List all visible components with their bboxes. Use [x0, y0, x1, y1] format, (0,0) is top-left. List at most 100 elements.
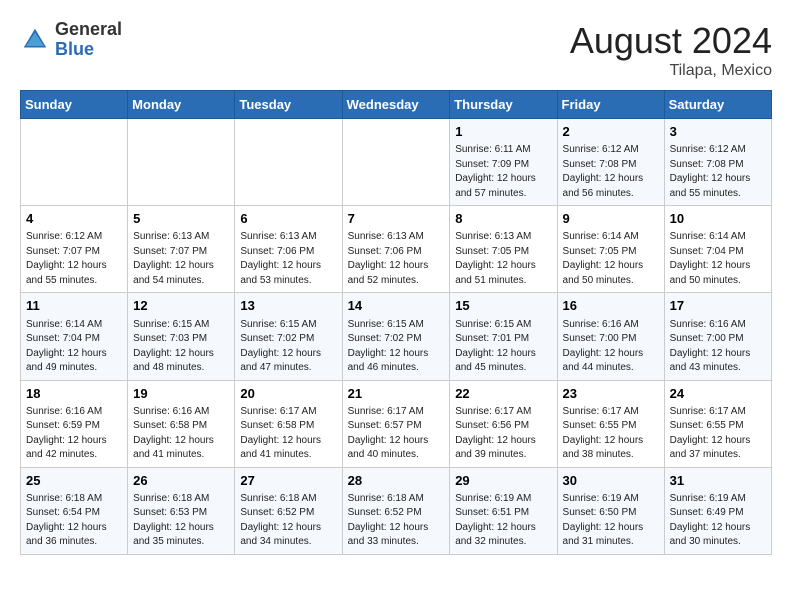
cell-content: Sunrise: 6:16 AM Sunset: 7:00 PM Dayligh…	[563, 318, 659, 376]
cell-content: Sunrise: 6:12 AM Sunset: 7:08 PM Dayligh…	[670, 143, 766, 201]
calendar-cell: 10Sunrise: 6:14 AM Sunset: 7:04 PM Dayli…	[664, 206, 771, 293]
title-block: August 2024 Tilapa, Mexico	[570, 20, 772, 80]
month-title: August 2024	[570, 20, 772, 62]
calendar-cell	[235, 119, 342, 206]
day-number: 14	[348, 297, 445, 315]
calendar-cell: 23Sunrise: 6:17 AM Sunset: 6:55 PM Dayli…	[557, 380, 664, 467]
logo: General Blue	[20, 20, 122, 60]
logo-blue: Blue	[55, 40, 122, 60]
cell-content: Sunrise: 6:14 AM Sunset: 7:04 PM Dayligh…	[670, 230, 766, 288]
calendar-cell: 13 Sunrise: 6:15 AM Sunset: 7:02 PM Dayli…	[235, 293, 342, 380]
cell-content: Sunrise: 6:16 AM Sunset: 7:00 PM Dayligh…	[670, 318, 766, 376]
calendar-cell: 27Sunrise: 6:18 AM Sunset: 6:52 PM Dayli…	[235, 467, 342, 554]
calendar-cell: 4 Sunrise: 6:12 AM Sunset: 7:07 PM Daylig…	[21, 206, 128, 293]
cell-content: Sunrise: 6:12 AM Sunset: 7:07 PM Dayligh…	[26, 230, 122, 288]
calendar-table: SundayMondayTuesdayWednesdayThursdayFrid…	[20, 90, 772, 555]
cell-content: Sunrise: 6:19 AM Sunset: 6:51 PM Dayligh…	[455, 492, 551, 550]
day-number: 13	[240, 297, 336, 315]
calendar-cell: 11 Sunrise: 6:14 AM Sunset: 7:04 PM Dayli…	[21, 293, 128, 380]
calendar-cell: 20 Sunrise: 6:17 AM Sunset: 6:58 PM Dayli…	[235, 380, 342, 467]
calendar-cell	[21, 119, 128, 206]
cell-content: Sunrise: 6:17 AM Sunset: 6:55 PM Dayligh…	[670, 405, 766, 463]
calendar-week-5: 25 Sunrise: 6:18 AM Sunset: 6:54 PM Dayli…	[21, 467, 772, 554]
cell-content: Sunrise: 6:17 AM Sunset: 6:58 PM Dayligh…	[240, 405, 336, 463]
day-number: 11	[26, 297, 122, 315]
cell-content: Sunrise: 6:18 AM Sunset: 6:52 PM Dayligh…	[348, 492, 445, 550]
cell-content: Sunrise: 6:14 AM Sunset: 7:05 PM Dayligh…	[563, 230, 659, 288]
cell-content: Sunrise: 6:13 AM Sunset: 7:06 PM Dayligh…	[348, 230, 445, 288]
calendar-cell: 16 Sunrise: 6:16 AM Sunset: 7:00 PM Dayli…	[557, 293, 664, 380]
cell-content: Sunrise: 6:15 AM Sunset: 7:02 PM Dayligh…	[240, 318, 336, 376]
calendar-cell: 5Sunrise: 6:13 AM Sunset: 7:07 PM Daylig…	[128, 206, 235, 293]
calendar-cell: 25 Sunrise: 6:18 AM Sunset: 6:54 PM Dayli…	[21, 467, 128, 554]
header-tuesday: Tuesday	[235, 91, 342, 119]
header-friday: Friday	[557, 91, 664, 119]
cell-content: Sunrise: 6:19 AM Sunset: 6:50 PM Dayligh…	[563, 492, 659, 550]
cell-content: Sunrise: 6:13 AM Sunset: 7:07 PM Dayligh…	[133, 230, 229, 288]
cell-content: Sunrise: 6:18 AM Sunset: 6:53 PM Dayligh…	[133, 492, 229, 550]
logo-general: General	[55, 20, 122, 40]
calendar-cell: 26 Sunrise: 6:18 AM Sunset: 6:53 PM Dayli…	[128, 467, 235, 554]
calendar-cell: 2Sunrise: 6:12 AM Sunset: 7:08 PM Daylig…	[557, 119, 664, 206]
calendar-cell: 29 Sunrise: 6:19 AM Sunset: 6:51 PM Dayli…	[450, 467, 557, 554]
calendar-cell: 3 Sunrise: 6:12 AM Sunset: 7:08 PM Daylig…	[664, 119, 771, 206]
calendar-cell: 28Sunrise: 6:18 AM Sunset: 6:52 PM Dayli…	[342, 467, 450, 554]
header-thursday: Thursday	[450, 91, 557, 119]
calendar-cell: 9Sunrise: 6:14 AM Sunset: 7:05 PM Daylig…	[557, 206, 664, 293]
calendar-cell: 18 Sunrise: 6:16 AM Sunset: 6:59 PM Dayli…	[21, 380, 128, 467]
cell-content: Sunrise: 6:15 AM Sunset: 7:02 PM Dayligh…	[348, 318, 445, 376]
calendar-cell: 31Sunrise: 6:19 AM Sunset: 6:49 PM Dayli…	[664, 467, 771, 554]
day-number: 6	[240, 210, 336, 228]
calendar-cell: 8 Sunrise: 6:13 AM Sunset: 7:05 PM Daylig…	[450, 206, 557, 293]
day-number: 24	[670, 385, 766, 403]
day-number: 25	[26, 472, 122, 490]
day-number: 1	[455, 123, 551, 141]
day-number: 31	[670, 472, 766, 490]
calendar-week-1: 1Sunrise: 6:11 AM Sunset: 7:09 PM Daylig…	[21, 119, 772, 206]
day-number: 29	[455, 472, 551, 490]
calendar-cell: 19 Sunrise: 6:16 AM Sunset: 6:58 PM Dayli…	[128, 380, 235, 467]
calendar-week-4: 18 Sunrise: 6:16 AM Sunset: 6:59 PM Dayli…	[21, 380, 772, 467]
cell-content: Sunrise: 6:17 AM Sunset: 6:55 PM Dayligh…	[563, 405, 659, 463]
cell-content: Sunrise: 6:13 AM Sunset: 7:06 PM Dayligh…	[240, 230, 336, 288]
day-number: 19	[133, 385, 229, 403]
logo-icon	[20, 25, 50, 55]
calendar-cell: 7Sunrise: 6:13 AM Sunset: 7:06 PM Daylig…	[342, 206, 450, 293]
calendar-cell	[128, 119, 235, 206]
day-number: 20	[240, 385, 336, 403]
cell-content: Sunrise: 6:14 AM Sunset: 7:04 PM Dayligh…	[26, 318, 122, 376]
cell-content: Sunrise: 6:15 AM Sunset: 7:03 PM Dayligh…	[133, 318, 229, 376]
day-number: 16	[563, 297, 659, 315]
calendar-cell: 6 Sunrise: 6:13 AM Sunset: 7:06 PM Daylig…	[235, 206, 342, 293]
calendar-cell: 15 Sunrise: 6:15 AM Sunset: 7:01 PM Dayli…	[450, 293, 557, 380]
day-number: 2	[563, 123, 659, 141]
location: Tilapa, Mexico	[570, 62, 772, 80]
cell-content: Sunrise: 6:17 AM Sunset: 6:57 PM Dayligh…	[348, 405, 445, 463]
cell-content: Sunrise: 6:17 AM Sunset: 6:56 PM Dayligh…	[455, 405, 551, 463]
cell-content: Sunrise: 6:16 AM Sunset: 6:58 PM Dayligh…	[133, 405, 229, 463]
day-number: 17	[670, 297, 766, 315]
cell-content: Sunrise: 6:16 AM Sunset: 6:59 PM Dayligh…	[26, 405, 122, 463]
calendar-cell: 12 Sunrise: 6:15 AM Sunset: 7:03 PM Dayli…	[128, 293, 235, 380]
cell-content: Sunrise: 6:15 AM Sunset: 7:01 PM Dayligh…	[455, 318, 551, 376]
calendar-cell: 24 Sunrise: 6:17 AM Sunset: 6:55 PM Dayli…	[664, 380, 771, 467]
cell-content: Sunrise: 6:18 AM Sunset: 6:54 PM Dayligh…	[26, 492, 122, 550]
calendar-cell	[342, 119, 450, 206]
cell-content: Sunrise: 6:18 AM Sunset: 6:52 PM Dayligh…	[240, 492, 336, 550]
day-number: 4	[26, 210, 122, 228]
calendar-cell: 30Sunrise: 6:19 AM Sunset: 6:50 PM Dayli…	[557, 467, 664, 554]
cell-content: Sunrise: 6:13 AM Sunset: 7:05 PM Dayligh…	[455, 230, 551, 288]
calendar-cell: 14 Sunrise: 6:15 AM Sunset: 7:02 PM Dayli…	[342, 293, 450, 380]
calendar-cell: 17 Sunrise: 6:16 AM Sunset: 7:00 PM Dayli…	[664, 293, 771, 380]
day-number: 3	[670, 123, 766, 141]
calendar-week-3: 11 Sunrise: 6:14 AM Sunset: 7:04 PM Dayli…	[21, 293, 772, 380]
day-number: 12	[133, 297, 229, 315]
day-number: 26	[133, 472, 229, 490]
header-monday: Monday	[128, 91, 235, 119]
day-number: 18	[26, 385, 122, 403]
calendar-cell: 22Sunrise: 6:17 AM Sunset: 6:56 PM Dayli…	[450, 380, 557, 467]
day-number: 15	[455, 297, 551, 315]
header-sunday: Sunday	[21, 91, 128, 119]
calendar-week-2: 4 Sunrise: 6:12 AM Sunset: 7:07 PM Daylig…	[21, 206, 772, 293]
day-number: 8	[455, 210, 551, 228]
